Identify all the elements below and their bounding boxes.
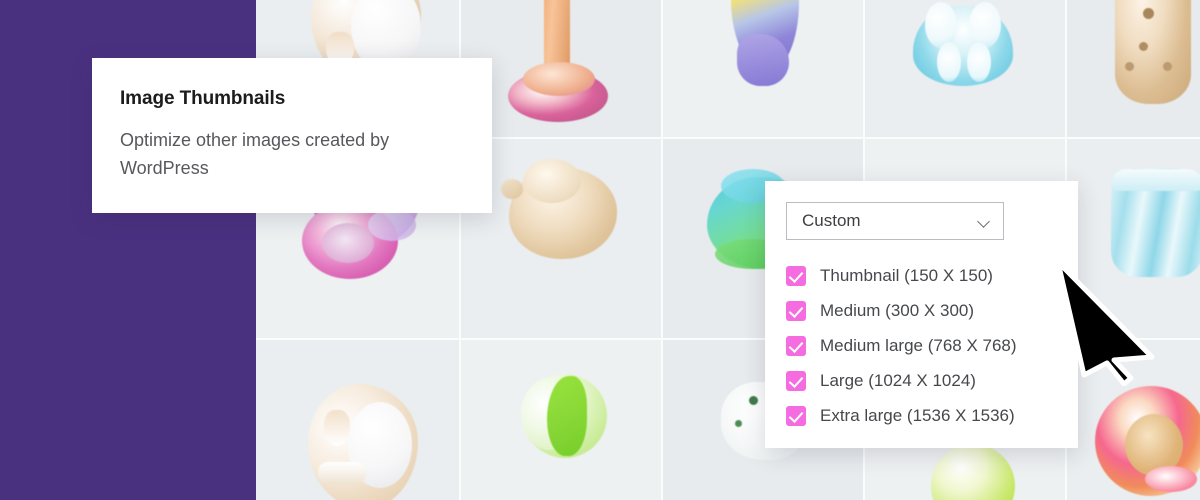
thumbnail-cell-cream-white-sculpture-2[interactable] — [256, 340, 459, 500]
info-card-description: Optimize other images created by WordPre… — [120, 130, 390, 179]
image-sizes-panel: Custom Thumbnail (150 X 150) Medium (300… — [765, 181, 1078, 448]
size-option-label: Extra large (1536 X 1536) — [820, 405, 1015, 425]
size-option-label: Thumbnail (150 X 150) — [820, 265, 993, 285]
checkbox-checked-icon[interactable] — [786, 370, 806, 391]
checkbox-checked-icon[interactable] — [786, 335, 806, 356]
size-option-label: Medium (300 X 300) — [820, 300, 975, 320]
info-card-title: Image Thumbnails — [120, 88, 286, 109]
thumbnail-cell-pink-orange-glass-ring[interactable] — [1067, 340, 1200, 500]
thumbnail-cell-cyan-glass-loops[interactable] — [865, 0, 1065, 137]
checkbox-checked-icon[interactable] — [786, 265, 806, 286]
select-value: Custom — [802, 211, 861, 230]
thumbnail-cell-green-split-sphere[interactable] — [461, 340, 661, 500]
info-card: Image Thumbnails Optimize other images c… — [92, 58, 492, 213]
size-option-medium-large[interactable]: Medium large (768 X 768) — [786, 328, 1078, 363]
size-option-medium[interactable]: Medium (300 X 300) — [786, 293, 1078, 328]
size-option-label: Large (1024 X 1024) — [820, 370, 976, 390]
size-option-thumbnail[interactable]: Thumbnail (150 X 150) — [786, 258, 1078, 293]
thumbnail-cell-cyan-striped-capsule[interactable] — [1067, 139, 1200, 338]
size-option-large[interactable]: Large (1024 X 1024) — [786, 363, 1078, 398]
checkbox-checked-icon[interactable] — [786, 405, 806, 426]
thumbnail-cell-tan-porous-column[interactable] — [1067, 0, 1200, 137]
image-size-preset-select[interactable]: Custom — [786, 202, 1004, 240]
grid-divider-vertical — [661, 0, 663, 500]
image-size-options-list: Thumbnail (150 X 150) Medium (300 X 300)… — [786, 258, 1078, 433]
size-option-extra-large[interactable]: Extra large (1536 X 1536) — [786, 398, 1078, 433]
checkbox-checked-icon[interactable] — [786, 300, 806, 321]
size-option-label: Medium large (768 X 768) — [820, 335, 1017, 355]
thumbnail-cell-rainbow-twisted-ribbon[interactable] — [663, 0, 863, 137]
chevron-down-icon — [978, 217, 991, 225]
app-screen: Image Thumbnails Optimize other images c… — [0, 0, 1200, 500]
